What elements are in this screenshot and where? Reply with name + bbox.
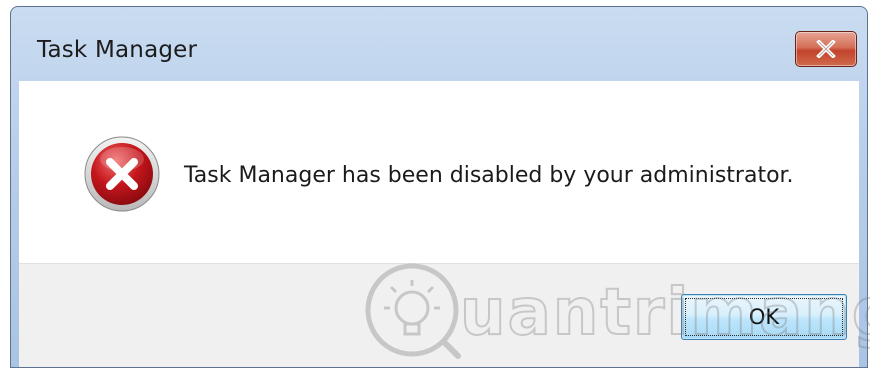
dialog-content: Task Manager has been disabled by your a… (19, 81, 859, 263)
ok-button[interactable]: OK (681, 294, 847, 340)
ok-button-label: OK (748, 305, 780, 329)
window-title: Task Manager (37, 37, 198, 63)
close-button[interactable] (795, 31, 857, 67)
button-bar: OK (19, 263, 859, 367)
close-icon (816, 40, 836, 58)
dialog-window: Task Manager Task Manager has been disab… (10, 6, 868, 368)
title-bar[interactable]: Task Manager (11, 7, 867, 79)
error-message: Task Manager has been disabled by your a… (184, 163, 794, 188)
error-icon (84, 136, 160, 212)
